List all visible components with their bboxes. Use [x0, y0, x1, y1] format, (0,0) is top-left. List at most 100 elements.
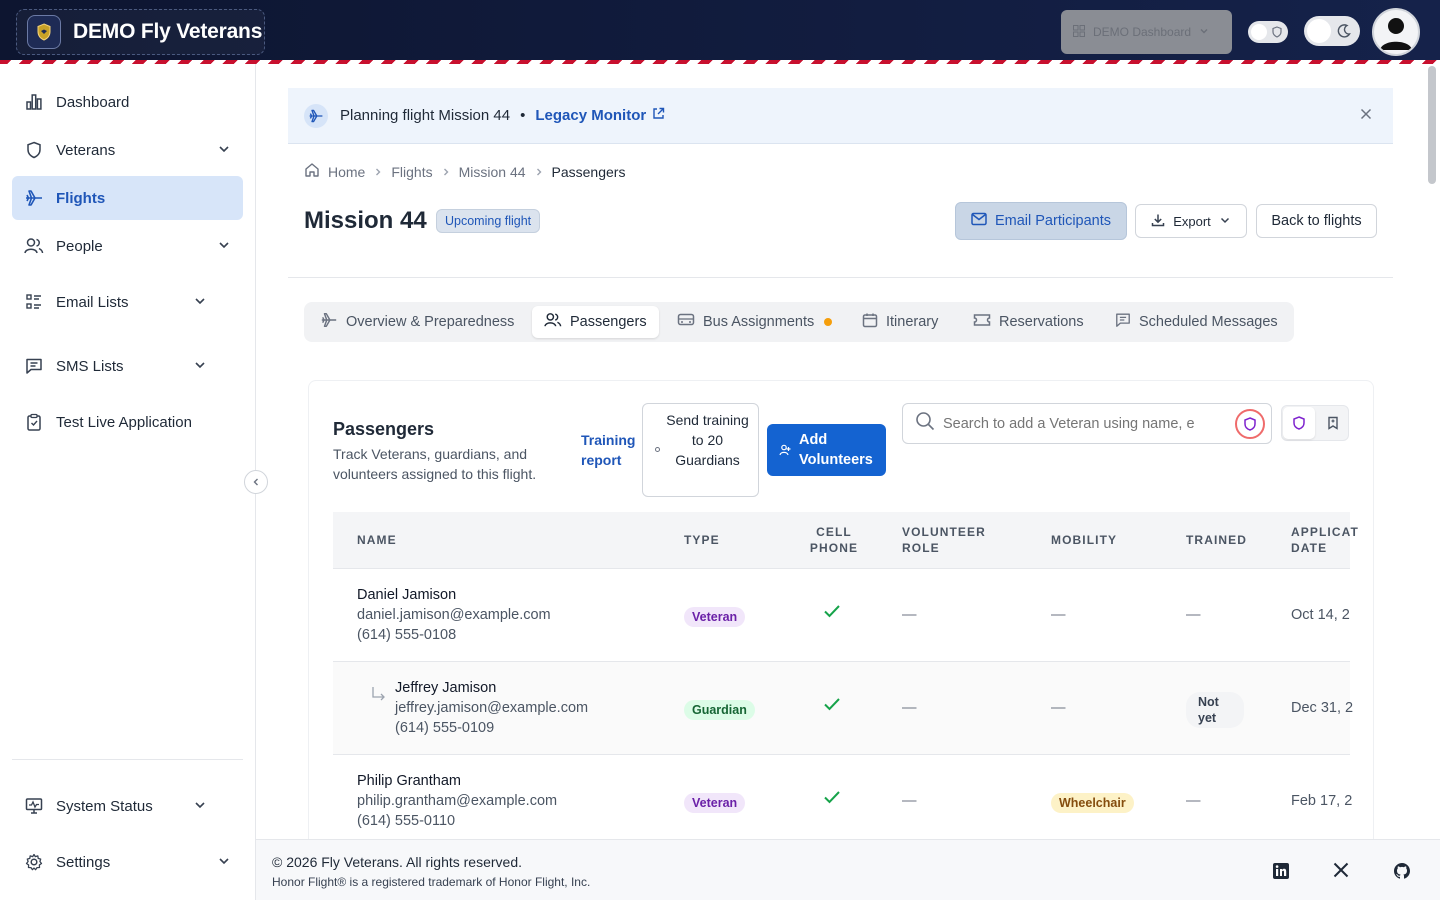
- section-description: Track Veterans, guardians, and volunteer…: [333, 446, 537, 482]
- guardian-mode-button[interactable]: [1317, 407, 1349, 439]
- legacy-monitor-link[interactable]: Legacy Monitor: [535, 107, 646, 124]
- tab-bus-assignments[interactable]: Bus Assignments: [665, 306, 844, 338]
- sidebar: Dashboard Veterans Flights People Email …: [0, 64, 256, 900]
- home-icon: [304, 162, 320, 181]
- breadcrumb-flights[interactable]: Flights: [391, 164, 432, 180]
- breadcrumb-home[interactable]: Home: [328, 164, 365, 180]
- sidebar-item-label: Test Live Application: [56, 413, 192, 431]
- plane-icon: [320, 311, 338, 333]
- column-header-name[interactable]: Name: [357, 532, 397, 548]
- passenger-name[interactable]: Philip Grantham: [357, 773, 461, 789]
- grid-icon: [1073, 24, 1085, 40]
- scrollbar[interactable]: [1428, 66, 1436, 184]
- tab-label: Itinerary: [886, 314, 939, 330]
- plane-icon: [304, 103, 328, 128]
- chart-bar-icon: [24, 92, 44, 112]
- email-participants-label: Email Participants: [994, 213, 1112, 229]
- dark-mode-toggle[interactable]: [1304, 16, 1360, 46]
- tab-itinerary[interactable]: Itinerary: [850, 306, 950, 338]
- search-icon: [915, 411, 935, 436]
- column-header-volunteer-role[interactable]: Volunteer role: [902, 524, 1002, 556]
- table-row[interactable]: Daniel Jamison daniel.jamison@example.co…: [333, 569, 1350, 662]
- table-row[interactable]: Jeffrey Jamison jeffrey.jamison@example.…: [333, 662, 1354, 755]
- passenger-email: daniel.jamison@example.com: [357, 607, 551, 623]
- column-header-mobility[interactable]: Mobility: [1051, 532, 1117, 548]
- trained-badge: Not yet: [1186, 692, 1244, 728]
- search-input[interactable]: [943, 415, 1203, 432]
- tab-label: Passengers: [570, 314, 647, 330]
- column-header-trained[interactable]: Trained: [1186, 532, 1247, 548]
- message-icon: [1115, 312, 1131, 332]
- email-participants-button[interactable]: Email Participants: [955, 202, 1127, 240]
- passenger-name[interactable]: Daniel Jamison: [357, 587, 456, 603]
- application-date: Dec 31, 2: [1291, 700, 1354, 716]
- passenger-name[interactable]: Jeffrey Jamison: [395, 680, 496, 696]
- monitor-icon: [24, 796, 44, 816]
- sidebar-item-sms-lists[interactable]: SMS Lists: [12, 344, 243, 388]
- passenger-phone: (614) 555-0110: [357, 813, 456, 829]
- sidebar-item-veterans[interactable]: Veterans: [12, 128, 243, 172]
- notification-dot: [824, 318, 833, 326]
- shield-mode-toggle[interactable]: [1248, 21, 1288, 43]
- collapse-sidebar-button[interactable]: [244, 470, 268, 494]
- demo-dashboard-label: DEMO Dashboard: [1093, 25, 1192, 39]
- linkedin-icon[interactable]: [1272, 862, 1290, 885]
- app-title: DEMO Fly Veterans: [73, 20, 263, 43]
- table-header: Name Type Cell phone Volunteer role Mobi…: [333, 512, 1358, 569]
- sidebar-item-settings[interactable]: Settings: [12, 840, 243, 884]
- column-header-type[interactable]: Type: [684, 532, 720, 548]
- sidebar-item-system-status[interactable]: System Status: [12, 784, 243, 828]
- passenger-phone: (614) 555-0108: [357, 627, 457, 643]
- tab-bar: Overview & Preparedness Passengers Bus A…: [304, 302, 1294, 342]
- clipboard-icon: [24, 412, 44, 432]
- download-icon: [1151, 213, 1165, 230]
- x-twitter-icon[interactable]: [1333, 862, 1349, 883]
- veteran-search: [902, 403, 1272, 444]
- training-report-link[interactable]: Training report: [581, 430, 641, 470]
- column-header-cell-phone[interactable]: Cell phone: [809, 524, 859, 556]
- sidebar-item-label: Flights: [56, 189, 106, 207]
- veteran-mode-button[interactable]: [1283, 407, 1315, 439]
- github-icon[interactable]: [1393, 862, 1411, 885]
- add-volunteers-button[interactable]: Add Volunteers: [767, 424, 886, 476]
- close-banner-button[interactable]: [1359, 107, 1373, 125]
- table-row[interactable]: Philip Grantham philip.grantham@example.…: [333, 755, 1353, 840]
- chevron-right-icon: [534, 164, 544, 180]
- passenger-email: philip.grantham@example.com: [357, 793, 558, 809]
- demo-dashboard-select[interactable]: DEMO Dashboard: [1061, 10, 1232, 54]
- send-training-button[interactable]: Send training to 20 Guardians: [642, 403, 759, 497]
- check-icon: [824, 698, 840, 711]
- sidebar-item-flights[interactable]: Flights: [12, 176, 243, 220]
- export-button[interactable]: Export: [1135, 204, 1247, 238]
- planning-banner: Planning flight Mission 44 • Legacy Moni…: [288, 88, 1393, 144]
- divider: [288, 277, 1393, 278]
- breadcrumb-mission[interactable]: Mission 44: [459, 164, 526, 180]
- application-date: Feb 17, 2: [1291, 793, 1353, 809]
- sidebar-item-dashboard[interactable]: Dashboard: [12, 80, 243, 124]
- tab-reservations[interactable]: Reservations: [961, 306, 1096, 338]
- chevron-left-icon: [253, 478, 258, 486]
- sidebar-item-label: People: [56, 237, 103, 255]
- veteran-filter-button[interactable]: [1235, 409, 1265, 439]
- sidebar-item-test-live-application[interactable]: Test Live Application: [12, 400, 243, 444]
- back-to-flights-button[interactable]: Back to flights: [1256, 204, 1377, 238]
- breadcrumb: Home Flights Mission 44 Passengers: [304, 162, 625, 181]
- tab-scheduled-messages[interactable]: Scheduled Messages: [1103, 306, 1290, 338]
- shield-icon: [1244, 417, 1256, 431]
- passenger-email: jeffrey.jamison@example.com: [395, 700, 589, 716]
- brand-logo-link[interactable]: DEMO Fly Veterans: [16, 9, 265, 55]
- mobility-value: —: [1051, 607, 1066, 623]
- column-header-application-date[interactable]: Applicat date: [1291, 524, 1361, 556]
- status-badge: Upcoming flight: [436, 209, 541, 233]
- tab-passengers[interactable]: Passengers: [532, 306, 659, 338]
- send-icon: [655, 447, 660, 452]
- user-avatar[interactable]: [1372, 8, 1420, 56]
- bus-icon: [677, 312, 695, 332]
- sidebar-item-people[interactable]: People: [12, 224, 243, 268]
- badge-icon: [1328, 416, 1338, 430]
- tab-overview[interactable]: Overview & Preparedness: [308, 306, 526, 338]
- chevron-down-icon: [217, 238, 231, 256]
- type-badge: Guardian: [684, 700, 755, 720]
- sidebar-item-email-lists[interactable]: Email Lists: [12, 280, 243, 324]
- banner-text: Planning flight Mission 44: [340, 107, 511, 124]
